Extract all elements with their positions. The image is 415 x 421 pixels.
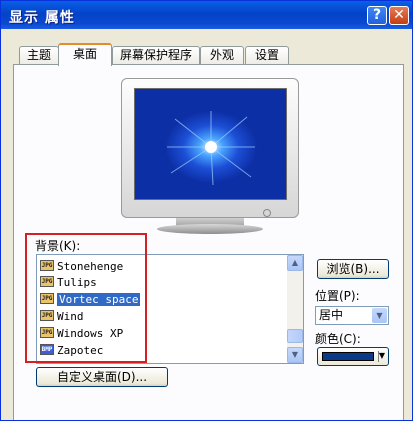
color-picker-button[interactable]: ▼ bbox=[317, 347, 389, 366]
window-title: 显示 属性 bbox=[9, 10, 75, 26]
scroll-down-arrow-icon[interactable]: ▼ bbox=[287, 347, 303, 363]
position-select[interactable]: 居中 ▼ bbox=[315, 306, 389, 325]
color-swatch bbox=[322, 352, 374, 361]
wallpaper-preview-screen bbox=[134, 88, 287, 200]
monitor-preview bbox=[121, 78, 299, 235]
chevron-down-icon: ▼ bbox=[378, 351, 385, 360]
customize-desktop-button[interactable]: 自定义桌面(D)... bbox=[36, 367, 168, 387]
vortex-wallpaper-image bbox=[135, 89, 286, 199]
highlight-annotation-box bbox=[25, 233, 147, 363]
tab-appearance[interactable]: 外观 bbox=[200, 46, 244, 65]
browse-button[interactable]: 浏览(B)... bbox=[317, 259, 389, 279]
close-button[interactable]: ✕ bbox=[389, 6, 409, 25]
power-led-icon bbox=[263, 209, 271, 217]
scrollbar-thumb[interactable] bbox=[287, 329, 303, 343]
help-button[interactable]: ? bbox=[367, 6, 387, 25]
scroll-up-arrow-icon[interactable]: ▲ bbox=[287, 255, 303, 271]
monitor-base bbox=[157, 224, 263, 234]
title-bar[interactable]: 显示 属性 ? ✕ bbox=[1, 1, 412, 29]
monitor-bezel bbox=[121, 78, 299, 218]
tab-settings[interactable]: 设置 bbox=[245, 46, 289, 65]
chevron-down-icon[interactable]: ▼ bbox=[372, 308, 387, 323]
tab-screensaver[interactable]: 屏幕保护程序 bbox=[112, 46, 200, 65]
position-value: 居中 bbox=[319, 308, 344, 322]
position-label: 位置(P): bbox=[315, 289, 360, 303]
display-properties-window: 显示 属性 ? ✕ 主题 桌面 屏幕保护程序 外观 设置 背景(K): JPG … bbox=[0, 0, 413, 421]
color-label: 颜色(C): bbox=[315, 332, 361, 346]
tab-desktop[interactable]: 桌面 bbox=[58, 43, 112, 66]
tab-themes[interactable]: 主题 bbox=[19, 46, 59, 65]
listbox-scrollbar[interactable]: ▲ ▼ bbox=[287, 255, 303, 363]
